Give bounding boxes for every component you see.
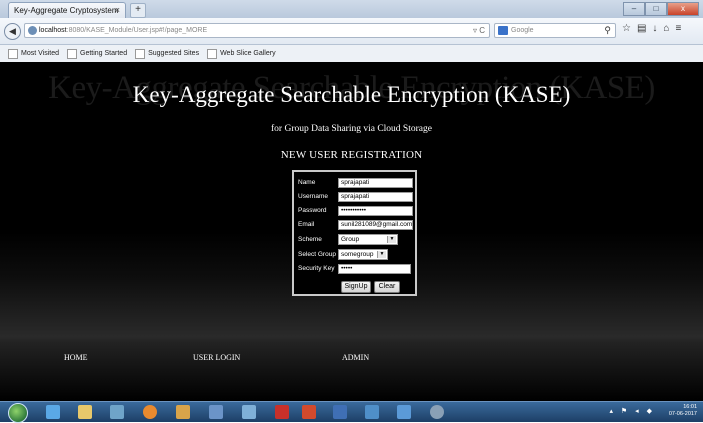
scheme-label: Scheme	[298, 236, 322, 243]
app-icon[interactable]	[397, 405, 411, 419]
group-select[interactable]: somegroup ▼	[338, 249, 388, 260]
app-icon[interactable]	[209, 405, 223, 419]
name-field[interactable]: sprajapati	[338, 178, 413, 188]
search-box[interactable]: Google ⚲	[494, 23, 616, 38]
registration-heading: NEW USER REGISTRATION	[280, 149, 423, 161]
tab-title: Key-Aggregate Cryptosystem	[14, 6, 119, 15]
firefox-icon[interactable]	[143, 405, 157, 419]
menu-admin-link[interactable]: ADMIN	[342, 353, 369, 362]
media-player-icon[interactable]	[110, 405, 124, 419]
browser-navbar: ◀ localhost:8080/KASE_Module/User.jsp#!/…	[0, 18, 703, 45]
url-path: :8080/KASE_Module/User.jsp#!/page_MORE	[66, 27, 208, 34]
name-label: Name	[298, 179, 316, 186]
bookmark-suggested-sites[interactable]: Suggested Sites	[135, 48, 199, 59]
google-search-engine-icon	[498, 26, 508, 35]
app-icon[interactable]	[365, 405, 379, 419]
signup-button[interactable]: SignUp	[341, 281, 371, 293]
menu-home-link[interactable]: HOME	[64, 353, 88, 362]
bookmark-page-icon	[207, 48, 218, 59]
bookmark-most-visited[interactable]: Most Visited	[8, 48, 59, 59]
password-field[interactable]: •••••••••••	[338, 206, 413, 216]
bookmarks-menu-icon[interactable]: ▤	[637, 23, 646, 34]
app-icon[interactable]	[430, 405, 444, 419]
downloads-icon[interactable]: ↓	[652, 23, 657, 34]
scheme-selected-value: Group	[341, 236, 360, 243]
clock-time: 16:01	[683, 404, 697, 410]
bookmark-web-slice-gallery[interactable]: Web Slice Gallery	[207, 48, 276, 59]
taskbar-clock[interactable]: 16:01 07-06-2017	[669, 404, 697, 418]
web-page: Key-Aggregate Searchable Encryption (KAS…	[0, 62, 703, 401]
system-tray-icons[interactable]: ▴ ⚑ ◂ ◆	[609, 407, 655, 415]
chevron-down-icon[interactable]: ▼	[387, 236, 396, 243]
page-subtitle: for Group Data Sharing via Cloud Storage	[271, 124, 432, 134]
internet-explorer-icon[interactable]	[46, 405, 60, 419]
address-bar[interactable]: localhost:8080/KASE_Module/User.jsp#!/pa…	[24, 23, 490, 38]
menu-user-login-link[interactable]: USER LOGIN	[193, 353, 240, 362]
username-label: Username	[298, 193, 328, 200]
app-icon[interactable]	[176, 405, 190, 419]
clock-date: 07-06-2017	[668, 411, 697, 417]
windows-taskbar: ▴ ⚑ ◂ ◆ 16:01 07-06-2017	[0, 401, 703, 423]
tab-close-icon[interactable]: ×	[115, 5, 120, 15]
password-label: Password	[298, 207, 327, 214]
search-icon[interactable]: ⚲	[604, 25, 611, 36]
browser-tab[interactable]: Key-Aggregate Cryptosystem ×	[8, 2, 126, 18]
close-window-button[interactable]: x	[667, 2, 699, 16]
security-key-label: Security Key	[298, 265, 335, 272]
home-icon[interactable]: ⌂	[663, 23, 669, 34]
select-group-label: Select Group	[298, 251, 336, 258]
file-explorer-icon[interactable]	[78, 405, 92, 419]
page-title: Key-Aggregate Searchable Encryption (KAS…	[132, 82, 571, 107]
start-button[interactable]	[8, 403, 28, 423]
bookmark-folder-icon	[8, 48, 18, 59]
maximize-button[interactable]: □	[645, 2, 667, 16]
clear-button[interactable]: Clear	[374, 281, 400, 293]
toolbar-icons: ☆ ▤ ↓ ⌂ ≡	[622, 23, 681, 34]
url-host: localhost	[39, 27, 67, 34]
new-tab-button[interactable]: +	[130, 3, 146, 18]
site-identity-icon	[28, 26, 37, 35]
word-icon[interactable]	[333, 405, 347, 419]
reload-icon[interactable]: ▿ C	[473, 26, 485, 35]
bookmark-getting-started[interactable]: Getting Started	[67, 48, 127, 59]
app-icon[interactable]	[242, 405, 256, 419]
group-selected-value: somegroup	[341, 251, 374, 258]
bookmarks-bar: Most Visited Getting Started Suggested S…	[0, 45, 703, 63]
registration-form: Name sprajapati Username sprajapati Pass…	[292, 170, 417, 296]
email-field[interactable]: sunil281089@gmail.com	[338, 220, 413, 230]
search-placeholder: Google	[511, 27, 534, 34]
bookmark-page-icon	[67, 48, 77, 59]
minimize-button[interactable]: –	[623, 2, 645, 16]
window-controls: – □ x	[623, 2, 699, 16]
powerpoint-icon[interactable]	[302, 405, 316, 419]
username-field[interactable]: sprajapati	[338, 192, 413, 202]
back-arrow-icon[interactable]: ◀	[4, 23, 21, 40]
acrobat-icon[interactable]	[275, 405, 289, 419]
bookmark-star-icon[interactable]: ☆	[622, 23, 631, 34]
email-label: Email	[298, 221, 315, 228]
bookmark-page-icon	[135, 48, 146, 59]
menu-icon[interactable]: ≡	[675, 23, 681, 34]
chevron-down-icon[interactable]: ▼	[377, 251, 386, 258]
security-key-field[interactable]: •••••	[338, 264, 411, 274]
scheme-select[interactable]: Group ▼	[338, 234, 398, 245]
browser-tabstrip: Key-Aggregate Cryptosystem × + – □ x	[0, 0, 703, 18]
